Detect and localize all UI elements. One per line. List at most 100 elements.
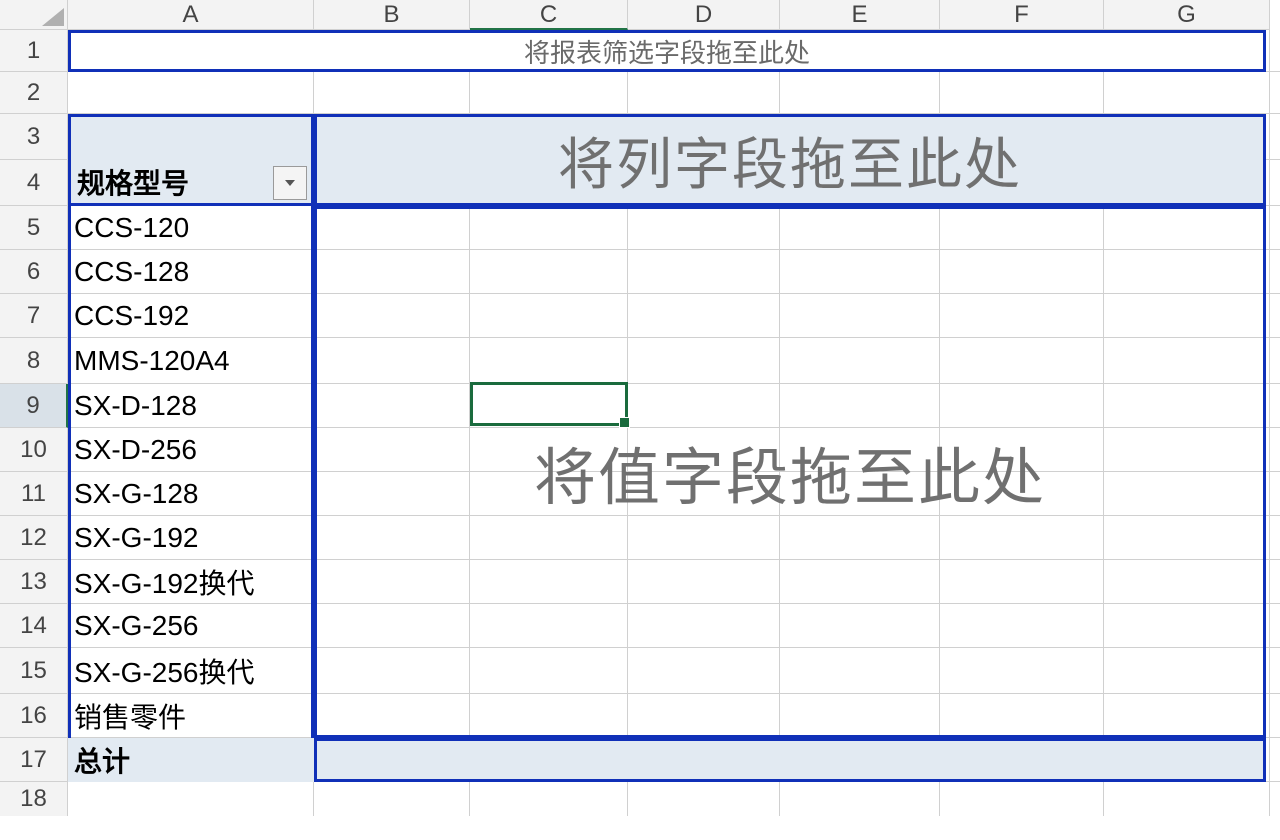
cell[interactable] [940, 428, 1104, 472]
cell[interactable] [628, 694, 780, 738]
cell[interactable] [470, 114, 628, 160]
row-header-6[interactable]: 6 [0, 250, 68, 294]
cell[interactable] [940, 206, 1104, 250]
cell[interactable] [1104, 782, 1270, 816]
cell[interactable] [780, 428, 940, 472]
row-header-10[interactable]: 10 [0, 428, 68, 472]
cell[interactable] [314, 384, 470, 428]
cell[interactable] [470, 72, 628, 114]
cell[interactable] [780, 72, 940, 114]
cell[interactable] [1270, 604, 1280, 648]
cell[interactable] [1104, 294, 1270, 338]
row-header-7[interactable]: 7 [0, 294, 68, 338]
cell[interactable] [68, 472, 314, 516]
row-header-3[interactable]: 3 [0, 114, 68, 160]
cell[interactable] [1104, 428, 1270, 472]
col-header-D[interactable]: D [628, 0, 780, 30]
cell[interactable] [1270, 72, 1280, 114]
col-header-B[interactable]: B [314, 0, 470, 30]
cell[interactable] [470, 294, 628, 338]
cell[interactable] [1104, 694, 1270, 738]
row-header-15[interactable]: 15 [0, 648, 68, 694]
cell[interactable] [1270, 338, 1280, 384]
cell[interactable] [68, 114, 314, 160]
cell[interactable] [628, 648, 780, 694]
cell[interactable] [1270, 648, 1280, 694]
cell[interactable] [780, 114, 940, 160]
cell[interactable] [1270, 294, 1280, 338]
col-header-F[interactable]: F [940, 0, 1104, 30]
cell[interactable] [780, 516, 940, 560]
cell[interactable] [780, 160, 940, 206]
cell[interactable] [628, 604, 780, 648]
row-header-16[interactable]: 16 [0, 694, 68, 738]
cell[interactable] [1104, 250, 1270, 294]
cell[interactable] [470, 782, 628, 816]
cell[interactable] [470, 428, 628, 472]
cell[interactable] [628, 160, 780, 206]
cell[interactable] [940, 384, 1104, 428]
cell[interactable] [314, 604, 470, 648]
cell[interactable] [68, 30, 314, 72]
cell[interactable] [314, 294, 470, 338]
cell[interactable] [68, 72, 314, 114]
cell[interactable] [314, 648, 470, 694]
cell[interactable] [68, 604, 314, 648]
cell[interactable] [470, 560, 628, 604]
cell[interactable] [1104, 648, 1270, 694]
row-header-18[interactable]: 18 [0, 782, 68, 816]
cell[interactable] [1270, 250, 1280, 294]
cell[interactable] [780, 338, 940, 384]
cell[interactable] [940, 516, 1104, 560]
cell[interactable] [470, 516, 628, 560]
cell[interactable] [628, 294, 780, 338]
filter-dropdown-icon[interactable] [273, 166, 307, 200]
cell[interactable] [470, 694, 628, 738]
cell[interactable] [314, 250, 470, 294]
cell[interactable] [628, 206, 780, 250]
cell[interactable] [1270, 472, 1280, 516]
cell[interactable] [314, 114, 470, 160]
cell[interactable] [628, 114, 780, 160]
cell[interactable] [314, 560, 470, 604]
pivot-row-field-header[interactable]: 规格型号 [68, 160, 314, 206]
cell[interactable] [940, 648, 1104, 694]
cell[interactable] [314, 338, 470, 384]
cell[interactable] [628, 384, 780, 428]
cell[interactable] [68, 648, 314, 694]
cell[interactable] [780, 250, 940, 294]
cell[interactable] [314, 428, 470, 472]
cell[interactable] [780, 648, 940, 694]
cell[interactable] [68, 428, 314, 472]
cell[interactable] [68, 384, 314, 428]
cell[interactable] [314, 516, 470, 560]
cell[interactable] [1104, 30, 1270, 72]
cell[interactable] [68, 782, 314, 816]
cell[interactable] [940, 338, 1104, 384]
cell[interactable] [1104, 472, 1270, 516]
cell[interactable] [940, 114, 1104, 160]
row-header-13[interactable]: 13 [0, 560, 68, 604]
cell[interactable] [1104, 338, 1270, 384]
cell[interactable] [1104, 114, 1270, 160]
cell[interactable] [470, 206, 628, 250]
cell[interactable] [628, 560, 780, 604]
cell[interactable] [68, 738, 314, 782]
cell[interactable] [780, 738, 940, 782]
cell[interactable] [68, 206, 314, 250]
row-header-11[interactable]: 11 [0, 472, 68, 516]
cell[interactable] [1104, 160, 1270, 206]
cell[interactable] [68, 250, 314, 294]
cell[interactable] [1270, 384, 1280, 428]
row-header-9[interactable]: 9 [0, 384, 68, 428]
cell[interactable] [940, 72, 1104, 114]
col-header-A[interactable]: A [68, 0, 314, 30]
cell[interactable] [1104, 738, 1270, 782]
col-header-C[interactable]: C [470, 0, 628, 30]
cell[interactable] [940, 694, 1104, 738]
cell[interactable] [780, 604, 940, 648]
cell[interactable] [470, 338, 628, 384]
cell[interactable] [470, 30, 628, 72]
cell[interactable] [470, 604, 628, 648]
cell[interactable] [940, 294, 1104, 338]
